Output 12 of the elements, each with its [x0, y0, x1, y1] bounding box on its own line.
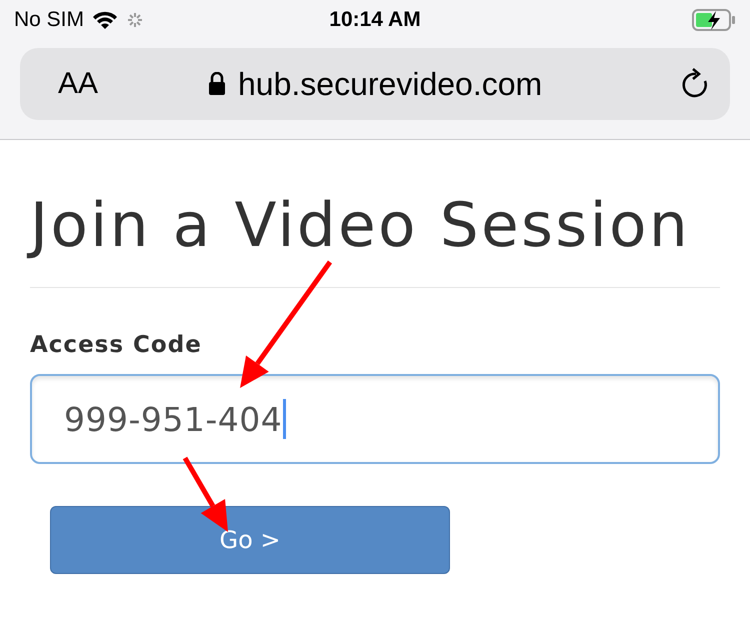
- wifi-icon: [92, 10, 118, 30]
- url-text: hub.securevideo.com: [238, 66, 542, 102]
- field-value: 999-951-404: [64, 400, 282, 438]
- loading-icon: [126, 11, 144, 29]
- text-cursor: [283, 399, 286, 439]
- field-label: Access Code: [30, 332, 202, 358]
- address-bar[interactable]: AA hub.securevideo.com: [20, 48, 730, 120]
- clock-time: 10:14 AM: [329, 8, 421, 32]
- text-size-button[interactable]: AA: [58, 67, 208, 101]
- carrier-name: No SIM: [14, 8, 84, 32]
- input-field[interactable]: 999-951-404: [30, 374, 720, 464]
- go-button[interactable]: Go >: [50, 506, 450, 574]
